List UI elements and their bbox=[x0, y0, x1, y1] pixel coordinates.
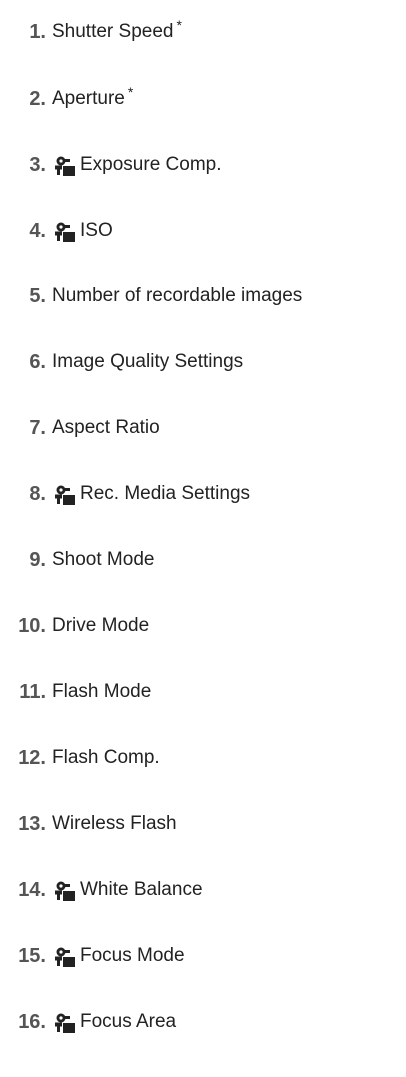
list-item: 16. Focus Area bbox=[0, 1002, 406, 1042]
list-item: 3. Exposure Comp. bbox=[0, 145, 406, 185]
item-number: 13. bbox=[18, 812, 46, 835]
item-number: 7. bbox=[29, 416, 46, 439]
item-number: 9. bbox=[29, 548, 46, 571]
list-item: 6. Image Quality Settings bbox=[0, 342, 406, 382]
list-item: 2. Aperture * bbox=[0, 79, 406, 119]
item-label: White Balance bbox=[80, 879, 203, 900]
list-item: 1. Shutter Speed * bbox=[0, 12, 406, 52]
camera-function-icon bbox=[54, 483, 76, 505]
item-number: 11. bbox=[19, 680, 46, 703]
list-item: 4. ISO bbox=[0, 211, 406, 251]
item-label: Shutter Speed * bbox=[52, 16, 182, 42]
item-number: 10. bbox=[18, 614, 46, 637]
list-item: 5. Number of recordable images bbox=[0, 276, 406, 316]
list-item: 14. White Balance bbox=[0, 870, 406, 910]
camera-function-icon bbox=[54, 879, 76, 901]
item-number: 15. bbox=[18, 944, 46, 967]
list-item: 7. Aspect Ratio bbox=[0, 408, 406, 448]
list-item: 10. Drive Mode bbox=[0, 606, 406, 646]
asterisk-note: * bbox=[176, 16, 182, 33]
item-number: 14. bbox=[18, 878, 46, 901]
item-number: 12. bbox=[18, 746, 46, 769]
item-number: 2. bbox=[29, 87, 46, 110]
item-label: Image Quality Settings bbox=[52, 351, 244, 372]
camera-function-icon bbox=[54, 945, 76, 967]
list-item: 8. Rec. Media Settings bbox=[0, 474, 406, 514]
asterisk-note: * bbox=[127, 83, 134, 100]
item-number: 4. bbox=[29, 219, 46, 242]
item-label: Focus Mode bbox=[80, 945, 185, 966]
item-label: Exposure Comp. bbox=[80, 154, 222, 175]
list-item: 11. Flash Mode bbox=[0, 672, 406, 712]
item-label: Aspect Ratio bbox=[52, 417, 160, 438]
item-label: Flash Mode bbox=[52, 681, 152, 702]
item-label: Focus Area bbox=[80, 1011, 177, 1032]
list-item: 13. Wireless Flash bbox=[0, 804, 406, 844]
item-label: Shoot Mode bbox=[52, 549, 155, 570]
item-label: Aperture * bbox=[52, 83, 134, 109]
camera-function-icon bbox=[54, 1011, 76, 1033]
camera-function-icon bbox=[54, 220, 76, 242]
item-label: ISO bbox=[80, 220, 113, 241]
item-number: 16. bbox=[18, 1010, 46, 1033]
camera-function-icon bbox=[54, 154, 76, 176]
item-label: Drive Mode bbox=[52, 615, 150, 636]
item-number: 6. bbox=[29, 350, 46, 373]
item-number: 5. bbox=[29, 284, 46, 307]
item-label: Rec. Media Settings bbox=[80, 483, 251, 504]
item-label: Wireless Flash bbox=[52, 813, 177, 834]
item-number: 3. bbox=[29, 153, 46, 176]
item-label: Flash Comp. bbox=[52, 747, 160, 768]
list-item: 12. Flash Comp. bbox=[0, 738, 406, 778]
list-item: 9. Shoot Mode bbox=[0, 540, 406, 580]
item-number: 1. bbox=[29, 20, 46, 43]
item-number: 8. bbox=[29, 482, 46, 505]
list-item: 15. Focus Mode bbox=[0, 936, 406, 976]
item-label: Number of recordable images bbox=[52, 285, 303, 306]
